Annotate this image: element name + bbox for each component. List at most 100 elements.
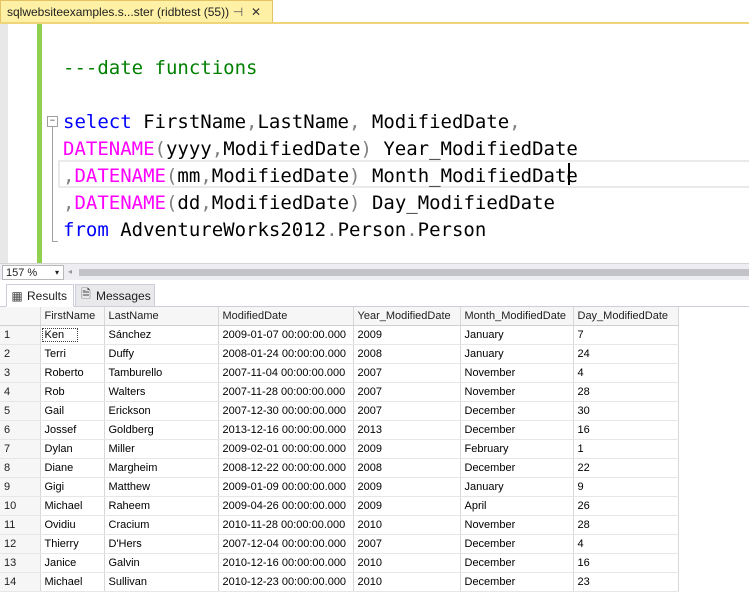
table-row[interactable]: 4 Rob Walters 2007-11-28 00:00:00.000 2007 No… bbox=[0, 382, 679, 402]
grid-cell[interactable]: Gigi bbox=[40, 477, 105, 497]
grid-cell[interactable]: 28 bbox=[573, 515, 679, 535]
grid-cell[interactable]: Ovidiu bbox=[40, 515, 105, 535]
grid-cell[interactable]: 2013 bbox=[353, 420, 461, 440]
grid-cell[interactable]: Sullivan bbox=[104, 572, 219, 592]
table-row[interactable]: 1 Ken Sánchez 2009-01-07 00:00:00.000 2009 Ja… bbox=[0, 325, 679, 345]
grid-cell[interactable]: Tamburello bbox=[104, 363, 219, 383]
grid-cell[interactable]: 2009-01-09 00:00:00.000 bbox=[218, 477, 354, 497]
grid-cell[interactable]: Dylan bbox=[40, 439, 105, 459]
grid-cell[interactable]: 1 bbox=[573, 439, 679, 459]
query-editor[interactable]: − ---date functions select FirstName,Las… bbox=[0, 22, 749, 263]
document-tab[interactable]: sqlwebsiteexamples.s...ster (ridbtest (5… bbox=[0, 0, 273, 22]
table-row[interactable]: 6 Jossef Goldberg 2013-12-16 00:00:00.000 20… bbox=[0, 420, 679, 440]
row-number-cell[interactable]: 1 bbox=[0, 325, 41, 345]
row-number-cell[interactable]: 9 bbox=[0, 477, 41, 497]
grid-cell[interactable]: Michael bbox=[40, 572, 105, 592]
table-row[interactable]: 14 Michael Sullivan 2010-12-23 00:00:00.000… bbox=[0, 572, 679, 592]
grid-cell[interactable]: 2008 bbox=[353, 458, 461, 478]
column-header[interactable]: LastName bbox=[104, 307, 219, 326]
grid-cell[interactable]: 2009-04-26 00:00:00.000 bbox=[218, 496, 354, 516]
grid-cell[interactable]: 26 bbox=[573, 496, 679, 516]
row-number-cell[interactable]: 8 bbox=[0, 458, 41, 478]
grid-cell[interactable]: Matthew bbox=[104, 477, 219, 497]
grid-cell[interactable]: 2010-11-28 00:00:00.000 bbox=[218, 515, 354, 535]
grid-cell[interactable]: December bbox=[460, 401, 574, 421]
grid-cell[interactable]: Thierry bbox=[40, 534, 105, 554]
tab-messages[interactable]: 🗎 Messages bbox=[75, 284, 155, 307]
table-row[interactable]: 10 Michael Raheem 2009-04-26 00:00:00.000 20… bbox=[0, 496, 679, 516]
tab-results[interactable]: ▦ Results bbox=[6, 284, 74, 307]
table-row[interactable]: 12 Thierry D'Hers 2007-12-04 00:00:00.000 20… bbox=[0, 534, 679, 554]
grid-cell[interactable]: 16 bbox=[573, 553, 679, 573]
grid-cell[interactable]: November bbox=[460, 515, 574, 535]
table-row[interactable]: 9 Gigi Matthew 2009-01-09 00:00:00.000 2009 J… bbox=[0, 477, 679, 497]
pin-icon[interactable]: ⊣ bbox=[229, 5, 247, 19]
grid-cell[interactable]: D'Hers bbox=[104, 534, 219, 554]
grid-cell[interactable]: Sánchez bbox=[104, 325, 219, 345]
grid-cell[interactable]: 2009 bbox=[353, 496, 461, 516]
table-row[interactable]: 3 Roberto Tamburello 2007-11-04 00:00:00.00… bbox=[0, 363, 679, 383]
grid-cell[interactable]: 16 bbox=[573, 420, 679, 440]
grid-cell[interactable]: December bbox=[460, 553, 574, 573]
grid-cell[interactable]: Miller bbox=[104, 439, 219, 459]
grid-cell[interactable]: 2009-01-07 00:00:00.000 bbox=[218, 325, 354, 345]
grid-cell[interactable]: 2007-12-30 00:00:00.000 bbox=[218, 401, 354, 421]
grid-cell[interactable]: Diane bbox=[40, 458, 105, 478]
table-row[interactable]: 5 Gail Erickson 2007-12-30 00:00:00.000 2007… bbox=[0, 401, 679, 421]
grid-cell[interactable]: February bbox=[460, 439, 574, 459]
row-number-cell[interactable]: 2 bbox=[0, 344, 41, 364]
grid-cell[interactable]: 2007 bbox=[353, 382, 461, 402]
grid-cell[interactable]: 2008-01-24 00:00:00.000 bbox=[218, 344, 354, 364]
table-row[interactable]: 11 Ovidiu Cracium 2010-11-28 00:00:00.000 20… bbox=[0, 515, 679, 535]
grid-cell[interactable]: 28 bbox=[573, 382, 679, 402]
column-header[interactable]: Month_ModifiedDate bbox=[460, 307, 574, 326]
row-number-cell[interactable]: 13 bbox=[0, 553, 41, 573]
grid-cell[interactable]: 7 bbox=[573, 325, 679, 345]
row-number-cell[interactable]: 6 bbox=[0, 420, 41, 440]
column-header[interactable]: Day_ModifiedDate bbox=[573, 307, 679, 326]
grid-cell[interactable]: Roberto bbox=[40, 363, 105, 383]
grid-cell[interactable]: 9 bbox=[573, 477, 679, 497]
row-number-cell[interactable]: 7 bbox=[0, 439, 41, 459]
row-number-cell[interactable]: 10 bbox=[0, 496, 41, 516]
grid-cell[interactable]: 2008-12-22 00:00:00.000 bbox=[218, 458, 354, 478]
zoom-dropdown[interactable]: 157 % ▾ bbox=[2, 265, 64, 280]
row-number-cell[interactable]: 3 bbox=[0, 363, 41, 383]
grid-cell[interactable]: December bbox=[460, 534, 574, 554]
grid-cell[interactable]: Gail bbox=[40, 401, 105, 421]
grid-cell[interactable]: Margheim bbox=[104, 458, 219, 478]
grid-cell[interactable]: 2008 bbox=[353, 344, 461, 364]
collapse-icon[interactable]: − bbox=[47, 116, 58, 127]
row-number-header[interactable] bbox=[0, 307, 41, 326]
grid-cell[interactable]: 2007 bbox=[353, 534, 461, 554]
grid-cell[interactable]: 24 bbox=[573, 344, 679, 364]
scroll-left-icon[interactable]: ◂ bbox=[68, 267, 76, 277]
row-number-cell[interactable]: 11 bbox=[0, 515, 41, 535]
grid-cell[interactable]: 2010-12-23 00:00:00.000 bbox=[218, 572, 354, 592]
table-row[interactable]: 8 Diane Margheim 2008-12-22 00:00:00.000 200… bbox=[0, 458, 679, 478]
row-number-cell[interactable]: 4 bbox=[0, 382, 41, 402]
grid-cell[interactable]: 4 bbox=[573, 363, 679, 383]
grid-cell[interactable]: December bbox=[460, 458, 574, 478]
grid-cell[interactable]: 2009 bbox=[353, 477, 461, 497]
grid-cell[interactable]: 2007 bbox=[353, 401, 461, 421]
grid-cell[interactable]: Janice bbox=[40, 553, 105, 573]
grid-cell[interactable]: Galvin bbox=[104, 553, 219, 573]
grid-cell[interactable]: 2009 bbox=[353, 439, 461, 459]
grid-cell[interactable]: 2010 bbox=[353, 515, 461, 535]
grid-cell[interactable]: Terri bbox=[40, 344, 105, 364]
table-row[interactable]: 2 Terri Duffy 2008-01-24 00:00:00.000 2008 Ja… bbox=[0, 344, 679, 364]
close-icon[interactable]: ✕ bbox=[247, 5, 265, 19]
grid-cell[interactable]: 2007-12-04 00:00:00.000 bbox=[218, 534, 354, 554]
grid-cell[interactable]: 2009-02-01 00:00:00.000 bbox=[218, 439, 354, 459]
grid-cell[interactable]: April bbox=[460, 496, 574, 516]
grid-cell[interactable]: Erickson bbox=[104, 401, 219, 421]
column-header[interactable]: Year_ModifiedDate bbox=[353, 307, 461, 326]
grid-cell[interactable]: Rob bbox=[40, 382, 105, 402]
row-number-cell[interactable]: 5 bbox=[0, 401, 41, 421]
grid-cell[interactable]: Cracium bbox=[104, 515, 219, 535]
grid-cell[interactable]: 23 bbox=[573, 572, 679, 592]
grid-cell[interactable]: January bbox=[460, 477, 574, 497]
results-grid[interactable]: FirstName LastName ModifiedDate Year_Modifi… bbox=[0, 307, 749, 594]
grid-cell[interactable]: 2009 bbox=[353, 325, 461, 345]
